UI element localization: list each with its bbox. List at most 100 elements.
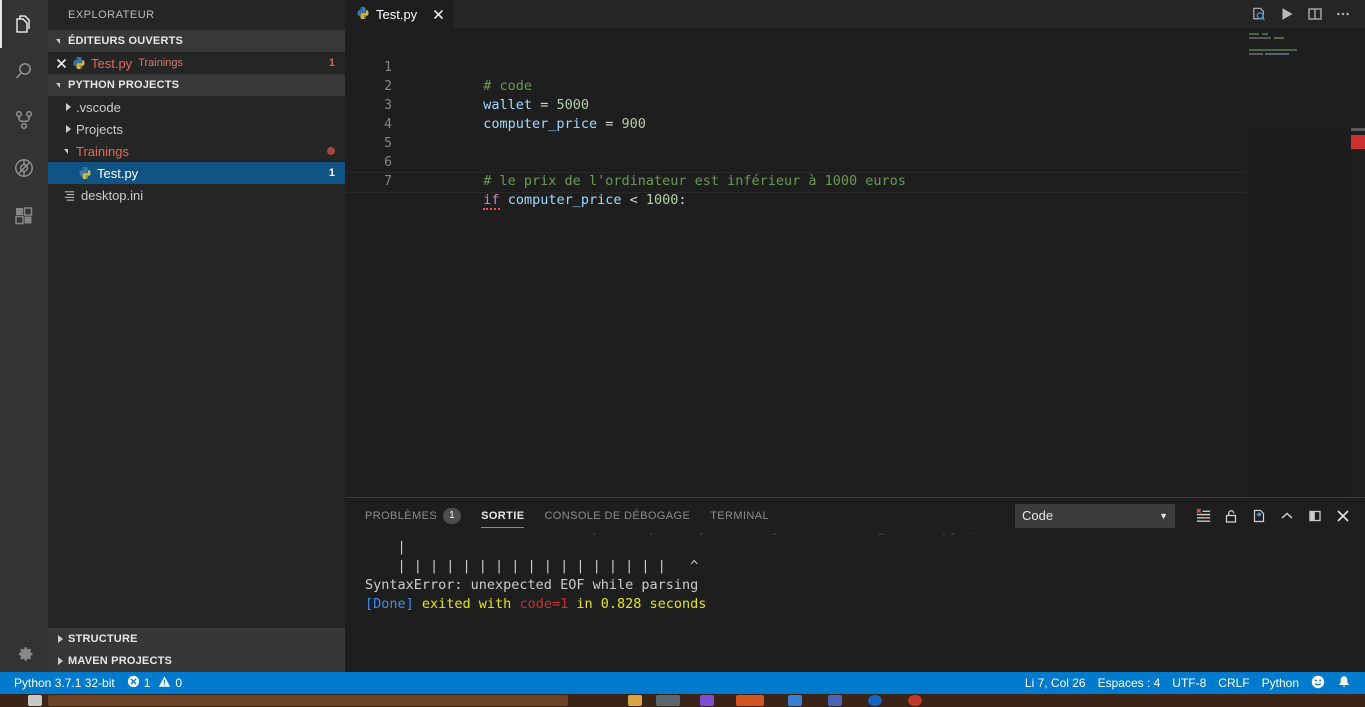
status-label: UTF-8 [1172, 676, 1207, 690]
close-icon[interactable] [52, 54, 70, 72]
panel-tab-label: CONSOLE DE DÉBOGAGE [544, 509, 691, 522]
taskbar-icon-3[interactable] [656, 695, 680, 706]
split-editor-icon[interactable] [1301, 0, 1329, 28]
activity-bar [0, 0, 48, 690]
panel-tab-terminal[interactable]: TERMINAL [710, 498, 769, 533]
open-in-editor-icon[interactable] [1245, 502, 1273, 530]
line-number: 2 [384, 79, 392, 94]
section-structure-label: STRUCTURE [68, 633, 138, 645]
sidebar: EXPLORATEUR ÉDITEURS OUVERTS Test.py Tra… [48, 0, 345, 672]
tree-item-label: .vscode [76, 99, 121, 115]
code-lines: # code wallet = 5000 computer_price = 90… [345, 58, 1365, 210]
status-indentation[interactable]: Espaces : 4 [1092, 672, 1167, 694]
status-feedback[interactable] [1305, 672, 1331, 694]
maximize-panel-icon[interactable] [1301, 502, 1329, 530]
status-cursor-position[interactable]: Li 7, Col 26 [1019, 672, 1092, 694]
section-maven-projects-label: MAVEN PROJECTS [68, 655, 173, 667]
windows-taskbar[interactable] [0, 694, 1365, 707]
line-number: 3 [384, 98, 392, 113]
taskbar-icon-5[interactable] [736, 695, 764, 706]
chevron-right-icon [60, 121, 76, 137]
output-token: 0.828 [600, 596, 642, 612]
gear-icon [12, 642, 36, 666]
tree-item-vscode[interactable]: .vscode [48, 96, 345, 118]
taskbar-icon-8[interactable] [868, 695, 882, 706]
activity-item-manage[interactable] [0, 630, 48, 678]
no-debug-icon [12, 156, 36, 180]
chevron-down-icon: ▼ [1159, 510, 1168, 521]
editor-actions [1245, 0, 1365, 28]
open-preview-icon[interactable] [1245, 0, 1273, 28]
activity-item-run-and-debug[interactable] [0, 144, 48, 192]
status-python-interpreter[interactable]: Python 3.7.1 32-bit [8, 672, 121, 694]
output-line-done: [Done] exited with code=1 in 0.828 secon… [365, 595, 1365, 614]
tab-test-py[interactable]: Test.py [345, 0, 456, 28]
status-bar-right: Li 7, Col 26 Espaces : 4 UTF-8 CRLF Pyth… [1019, 672, 1365, 694]
open-editor-badge: 1 [328, 57, 335, 69]
status-label: Li 7, Col 26 [1024, 676, 1086, 690]
taskbar-icon-9[interactable] [908, 695, 922, 706]
output-line: File "c:\Users\user\Desktop\Workspace\Py… [365, 533, 1365, 538]
tree-item-badge: 1 [328, 167, 335, 179]
status-label: Python 3.7.1 32-bit [14, 676, 115, 690]
activity-item-extensions[interactable] [0, 192, 48, 240]
panel-tab-problems[interactable]: PROBLÈMES 1 [365, 498, 462, 533]
chevron-right-icon [60, 99, 76, 115]
tree-item-projects[interactable]: Projects [48, 118, 345, 140]
tab-label: Test.py [376, 6, 418, 22]
taskbar-icon-1[interactable] [28, 695, 42, 706]
output-token: seconds [641, 596, 707, 612]
close-panel-icon[interactable] [1329, 502, 1357, 530]
run-python-file-icon[interactable] [1273, 0, 1301, 28]
chevron-up-icon[interactable] [1273, 502, 1301, 530]
panel-tab-badge: 1 [443, 507, 462, 524]
more-actions-icon[interactable] [1329, 0, 1357, 28]
panel-tab-debug-console[interactable]: CONSOLE DE DÉBOGAGE [544, 498, 690, 533]
activity-item-search[interactable] [0, 48, 48, 96]
open-editor-item-test-py[interactable]: Test.py Trainings 1 [48, 52, 345, 74]
activity-item-source-control[interactable] [0, 96, 48, 144]
activity-item-explorer[interactable] [0, 0, 48, 48]
python-icon [70, 55, 88, 71]
taskbar-icon-6[interactable] [788, 695, 802, 706]
chevron-down-icon [52, 77, 68, 93]
source-control-icon [12, 108, 36, 132]
tree-item-label: desktop.ini [81, 187, 144, 203]
output-body[interactable]: File "c:\Users\user\Desktop\Workspace\Py… [345, 533, 1365, 672]
status-language-mode[interactable]: Python [1256, 672, 1305, 694]
status-eol[interactable]: CRLF [1212, 672, 1255, 694]
section-maven-projects[interactable]: MAVEN PROJECTS [48, 650, 345, 672]
code-line-6: # le prix de l'ordinateur est inférieur … [402, 153, 1365, 189]
lock-icon[interactable] [1217, 502, 1245, 530]
taskbar-icon-2[interactable] [628, 695, 642, 706]
status-problems[interactable]: 1 0 [121, 672, 188, 694]
tree-item-label: Trainings [76, 143, 129, 159]
taskbar-window-1[interactable] [48, 695, 568, 706]
status-notifications[interactable] [1331, 672, 1357, 694]
line-number: 1 [384, 60, 392, 75]
chevron-down-icon [60, 143, 76, 159]
taskbar-icon-7[interactable] [828, 695, 842, 706]
panel-tab-label: TERMINAL [710, 509, 770, 522]
overview-mark [1351, 128, 1365, 131]
line-number: 6 [384, 155, 392, 170]
code-line-1: # code [402, 58, 1365, 94]
bottom-panel: PROBLÈMES 1 SORTIE CONSOLE DE DÉBOGAGE T… [345, 497, 1365, 672]
status-encoding[interactable]: UTF-8 [1166, 672, 1212, 694]
output-line: SyntaxError: unexpected EOF while parsin… [365, 577, 699, 593]
tree-item-trainings[interactable]: Trainings [48, 140, 345, 162]
section-open-editors[interactable]: ÉDITEURS OUVERTS [48, 30, 345, 52]
tree-item-desktop-ini[interactable]: desktop.ini [48, 184, 345, 206]
taskbar-icon-4[interactable] [700, 695, 714, 706]
clear-output-icon[interactable] [1189, 502, 1217, 530]
section-python-projects[interactable]: PYTHON PROJECTS [48, 74, 345, 96]
line-number: 7 [384, 174, 392, 189]
tree-item-test-py[interactable]: Test.py 1 [48, 162, 345, 184]
panel-tab-output[interactable]: SORTIE [481, 498, 525, 533]
vscode-window: EXPLORATEUR ÉDITEURS OUVERTS Test.py Tra… [0, 0, 1365, 707]
sidebar-bottom-sections: STRUCTURE MAVEN PROJECTS [48, 628, 345, 672]
output-channel-select[interactable]: Code ▼ [1015, 503, 1175, 528]
close-icon[interactable] [433, 9, 444, 20]
section-structure[interactable]: STRUCTURE [48, 628, 345, 650]
